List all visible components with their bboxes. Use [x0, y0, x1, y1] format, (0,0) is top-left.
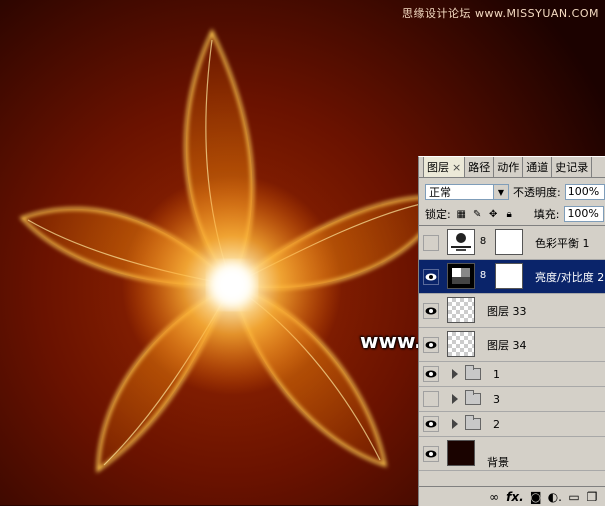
- visibility-toggle[interactable]: [423, 302, 439, 319]
- eye-icon: [425, 420, 437, 428]
- visibility-toggle[interactable]: [423, 336, 439, 353]
- layer-name: 2: [493, 417, 500, 431]
- layer-background[interactable]: 背景: [419, 437, 605, 471]
- adjustment-thumbnail: [447, 229, 475, 255]
- lock-transparency-icon[interactable]: ▦: [456, 209, 467, 220]
- fill-label: 填充:: [533, 208, 560, 221]
- layer-group-2[interactable]: 2: [419, 412, 605, 437]
- layer-name: 3: [493, 392, 500, 406]
- visibility-toggle[interactable]: [423, 445, 439, 462]
- visibility-toggle[interactable]: [423, 234, 439, 251]
- opacity-label: 不透明度:: [513, 186, 561, 199]
- layer-name: 1: [493, 367, 500, 381]
- layer-thumbnail: [447, 331, 475, 357]
- layer-brightness-contrast[interactable]: 8 亮度/对比度 2: [419, 260, 605, 294]
- layer-thumbnail: [447, 440, 475, 466]
- new-layer-icon[interactable]: ❐: [586, 490, 598, 504]
- eye-icon: [425, 370, 437, 378]
- layer-group-1[interactable]: 1: [419, 362, 605, 387]
- mask-icon[interactable]: ◙: [530, 490, 542, 504]
- lock-label: 锁定:: [425, 208, 451, 221]
- tab-paths[interactable]: 路径: [464, 157, 495, 177]
- adjustment-thumbnail: [447, 263, 475, 289]
- lock-position-icon[interactable]: ✥: [488, 209, 499, 220]
- layer-name: 亮度/对比度 2: [535, 270, 605, 284]
- chevron-down-icon[interactable]: ▼: [493, 185, 508, 199]
- lock-fill-row: 锁定: ▦ ✎ ✥ 🔒︎ 填充: 100%: [419, 203, 605, 226]
- visibility-toggle[interactable]: [423, 366, 439, 382]
- tab-channels[interactable]: 通道: [522, 157, 553, 177]
- watermark-text: 思缘设计论坛 www.MISSYUAN.COM: [401, 7, 599, 20]
- tab-actions[interactable]: 动作: [493, 157, 524, 177]
- layer-34[interactable]: 图层 34: [419, 328, 605, 362]
- new-group-folder-icon[interactable]: ▭: [568, 490, 580, 504]
- eye-icon: [425, 307, 437, 314]
- close-icon[interactable]: ×: [452, 161, 461, 174]
- layer-name: 图层 34: [487, 338, 527, 352]
- layer-name: 背景: [487, 456, 509, 469]
- panel-bottom-toolbar: ∞ fx. ◙ ◐. ▭ ❐: [419, 486, 605, 506]
- mask-thumbnail[interactable]: [495, 229, 523, 255]
- visibility-toggle[interactable]: [423, 391, 439, 407]
- tab-layers[interactable]: 图层 ×: [423, 157, 466, 177]
- fx-icon[interactable]: fx.: [506, 490, 524, 504]
- tab-history[interactable]: 史记录: [551, 157, 593, 177]
- layer-list: 8 色彩平衡 1 8 亮度/对比度 2 图层 33 图层 34 1 3 2 背景: [419, 226, 605, 484]
- expand-triangle-icon[interactable]: [452, 394, 458, 404]
- folder-icon: [465, 390, 481, 405]
- folder-icon: [465, 365, 481, 380]
- blend-opacity-row: 正常 ▼ 不透明度: 100%: [419, 181, 605, 203]
- adjustment-icon[interactable]: ◐.: [548, 490, 562, 504]
- opacity-input[interactable]: 100%: [564, 184, 605, 200]
- fill-input[interactable]: 100%: [564, 206, 605, 222]
- link-icon[interactable]: 8: [479, 269, 487, 283]
- expand-triangle-icon[interactable]: [452, 419, 458, 429]
- layer-33[interactable]: 图层 33: [419, 294, 605, 328]
- layer-thumbnail: [447, 297, 475, 323]
- eye-icon: [425, 450, 437, 457]
- layers-panel: 图层 × 路径 动作 通道 史记录 正常 ▼ 不透明度: 100% 锁定: ▦ ✎…: [418, 156, 605, 506]
- eye-icon: [425, 273, 437, 280]
- lock-pixels-icon[interactable]: ✎: [472, 209, 483, 220]
- folder-icon: [465, 415, 481, 430]
- lock-all-icon[interactable]: 🔒︎: [504, 209, 515, 220]
- panel-tabs: 图层 × 路径 动作 通道 史记录: [419, 157, 605, 178]
- layer-color-balance[interactable]: 8 色彩平衡 1: [419, 226, 605, 260]
- link-icon[interactable]: 8: [479, 235, 487, 249]
- visibility-toggle[interactable]: [423, 268, 439, 285]
- blend-mode-value: 正常: [429, 186, 451, 199]
- link-layers-icon[interactable]: ∞: [488, 490, 500, 504]
- layer-name: 图层 33: [487, 304, 527, 318]
- layer-group-3[interactable]: 3: [419, 387, 605, 412]
- mask-thumbnail[interactable]: [495, 263, 523, 289]
- eye-icon: [425, 341, 437, 348]
- blend-mode-select[interactable]: 正常 ▼: [425, 184, 509, 200]
- expand-triangle-icon[interactable]: [452, 369, 458, 379]
- visibility-toggle[interactable]: [423, 416, 439, 432]
- layer-name: 色彩平衡 1: [535, 236, 590, 250]
